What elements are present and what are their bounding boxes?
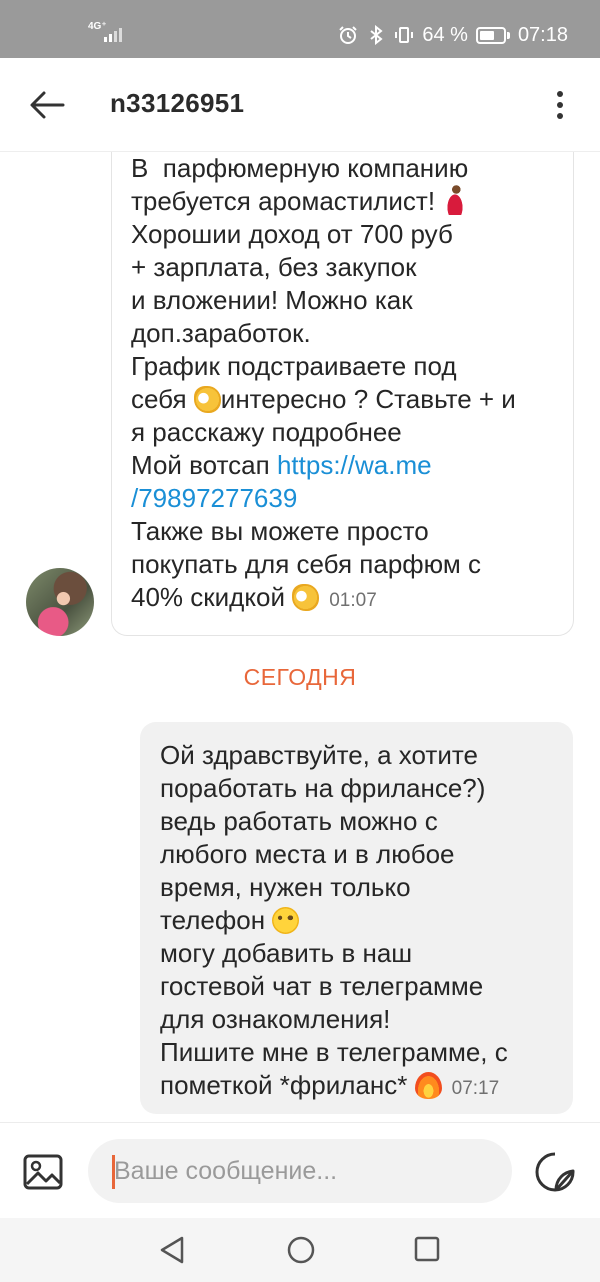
message-input[interactable]	[114, 1139, 494, 1203]
incoming-message[interactable]: В парфюмерную компанию требуется аромаст…	[111, 152, 574, 636]
incoming-message-text: В парфюмерную компанию требуется аромаст…	[131, 153, 516, 612]
message-time: 07:17	[451, 1078, 500, 1099]
sticker-icon[interactable]	[534, 1151, 576, 1193]
vibrate-icon	[395, 27, 414, 43]
system-nav-bar	[0, 1218, 600, 1282]
bluetooth-icon	[370, 25, 383, 45]
battery-percent: 64 %	[422, 23, 468, 46]
circle-home-icon[interactable]	[286, 1235, 316, 1265]
more-vertical-icon	[557, 91, 563, 119]
outgoing-message-text: Ой здравствуйте, а хотите поработать на …	[160, 740, 508, 1100]
fire-emoji-icon	[414, 1072, 442, 1099]
back-button[interactable]	[22, 80, 72, 130]
ok-hand-emoji-icon	[292, 584, 320, 611]
ok-hand-emoji-icon	[193, 386, 221, 413]
chat-title[interactable]: n33126951	[110, 88, 244, 119]
battery-icon	[475, 26, 510, 44]
alarm-icon	[339, 26, 358, 44]
message-composer	[0, 1122, 600, 1218]
message-input-wrapper[interactable]	[88, 1139, 512, 1203]
more-options-button[interactable]	[540, 80, 580, 130]
wink-emoji-icon	[272, 907, 300, 934]
avatar[interactable]	[26, 568, 94, 636]
image-icon[interactable]	[22, 1151, 64, 1193]
status-bar: 4G⁺ 64 % 07:18	[0, 0, 600, 58]
dancer-emoji-icon	[442, 185, 469, 215]
message-list[interactable]: В парфюмерную компанию требуется аромаст…	[0, 152, 600, 1122]
chat-header: n33126951	[0, 58, 600, 152]
message-time: 01:07	[329, 590, 377, 611]
arrow-left-icon	[30, 91, 65, 119]
square-recent-icon[interactable]	[414, 1236, 440, 1262]
triangle-back-icon[interactable]	[158, 1235, 186, 1265]
date-separator: СЕГОДНЯ	[243, 664, 357, 690]
clock: 07:18	[517, 23, 568, 46]
signal-icon	[104, 28, 122, 42]
outgoing-message[interactable]: Ой здравствуйте, а хотите поработать на …	[140, 722, 573, 1114]
